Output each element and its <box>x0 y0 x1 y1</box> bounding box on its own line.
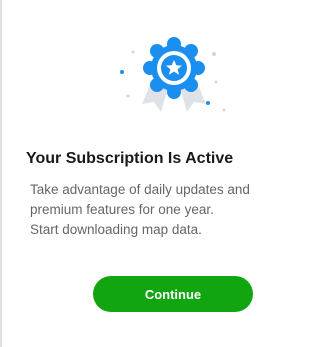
continue-button[interactable]: Continue <box>93 276 253 312</box>
panel-left-border <box>0 0 2 347</box>
dialog-title: Your Subscription Is Active <box>26 150 234 167</box>
confetti-dot <box>214 80 218 84</box>
confetti-dot <box>212 52 216 56</box>
description-line: Take advantage of daily updates and <box>30 182 250 197</box>
confetti-dot <box>131 50 135 54</box>
confetti-dot <box>222 108 226 112</box>
subscription-badge-icon <box>110 24 240 124</box>
dialog-description: Take advantage of daily updates and prem… <box>30 180 285 240</box>
description-line: Start downloading map data. <box>30 222 202 237</box>
confetti-dot <box>120 70 124 74</box>
description-line: premium features for one year. <box>30 202 214 217</box>
confetti-dot <box>126 94 130 98</box>
confetti-dot <box>206 101 210 105</box>
